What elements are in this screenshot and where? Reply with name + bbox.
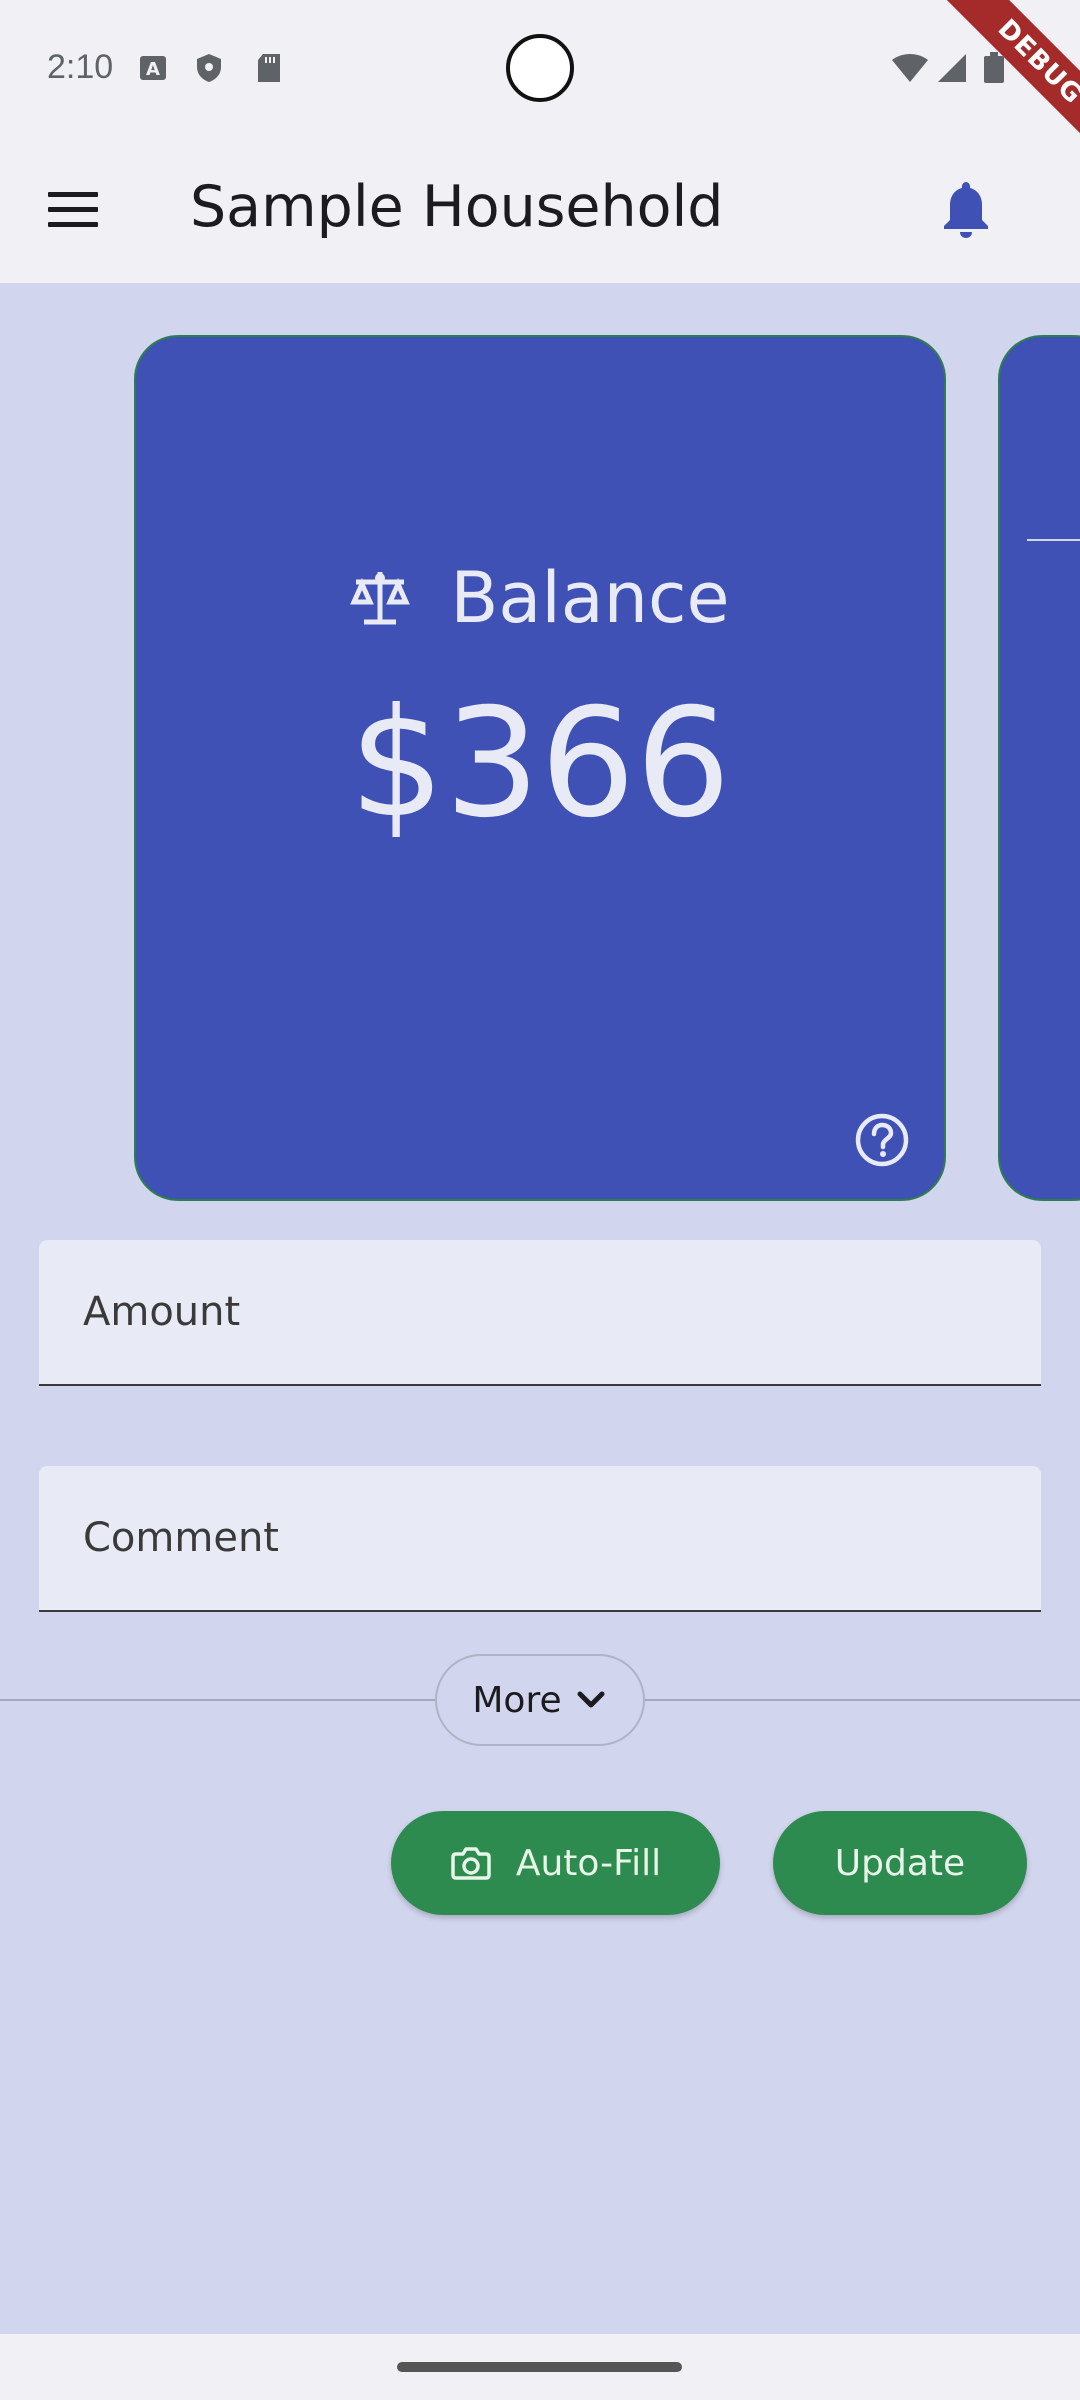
comment-field[interactable] <box>83 1466 983 1610</box>
autofill-label: Auto-Fill <box>515 1842 662 1884</box>
next-card-line <box>1027 539 1080 541</box>
camera-icon <box>451 1847 491 1880</box>
home-gesture-pill[interactable] <box>397 2362 682 2372</box>
status-time: 2:10 <box>47 48 114 86</box>
chevron-down-icon <box>577 1691 605 1708</box>
balance-card[interactable]: Balance $366 <box>134 335 946 1201</box>
sdcard-icon <box>258 54 280 82</box>
amount-field-container <box>39 1240 1041 1386</box>
comment-field-container <box>39 1466 1041 1612</box>
update-button[interactable]: Update <box>773 1811 1027 1915</box>
balance-amount: $366 <box>349 677 731 851</box>
system-nav-bar <box>0 2334 1080 2400</box>
shield-icon <box>197 54 221 82</box>
hamburger-menu-icon[interactable] <box>48 192 98 232</box>
app-bar: Sample Household <box>0 140 1080 283</box>
status-bar: 2:10 A DEBUG <box>0 0 1080 170</box>
balance-label-row: Balance <box>136 557 944 639</box>
bell-icon[interactable] <box>940 180 992 240</box>
help-circle-icon[interactable] <box>854 1112 910 1168</box>
a-icon: A <box>140 56 166 80</box>
update-label: Update <box>834 1842 966 1884</box>
next-card-peek[interactable] <box>998 335 1080 1201</box>
balance-label: Balance <box>450 557 730 639</box>
autofill-button[interactable]: Auto-Fill <box>391 1811 720 1915</box>
scale-icon <box>350 572 411 625</box>
app-title: Sample Household <box>190 174 724 240</box>
svg-text:A: A <box>146 59 160 80</box>
amount-field[interactable] <box>83 1240 983 1384</box>
more-label: More <box>472 1679 562 1721</box>
more-button[interactable]: More <box>435 1654 645 1746</box>
camera-cutout <box>506 34 574 102</box>
